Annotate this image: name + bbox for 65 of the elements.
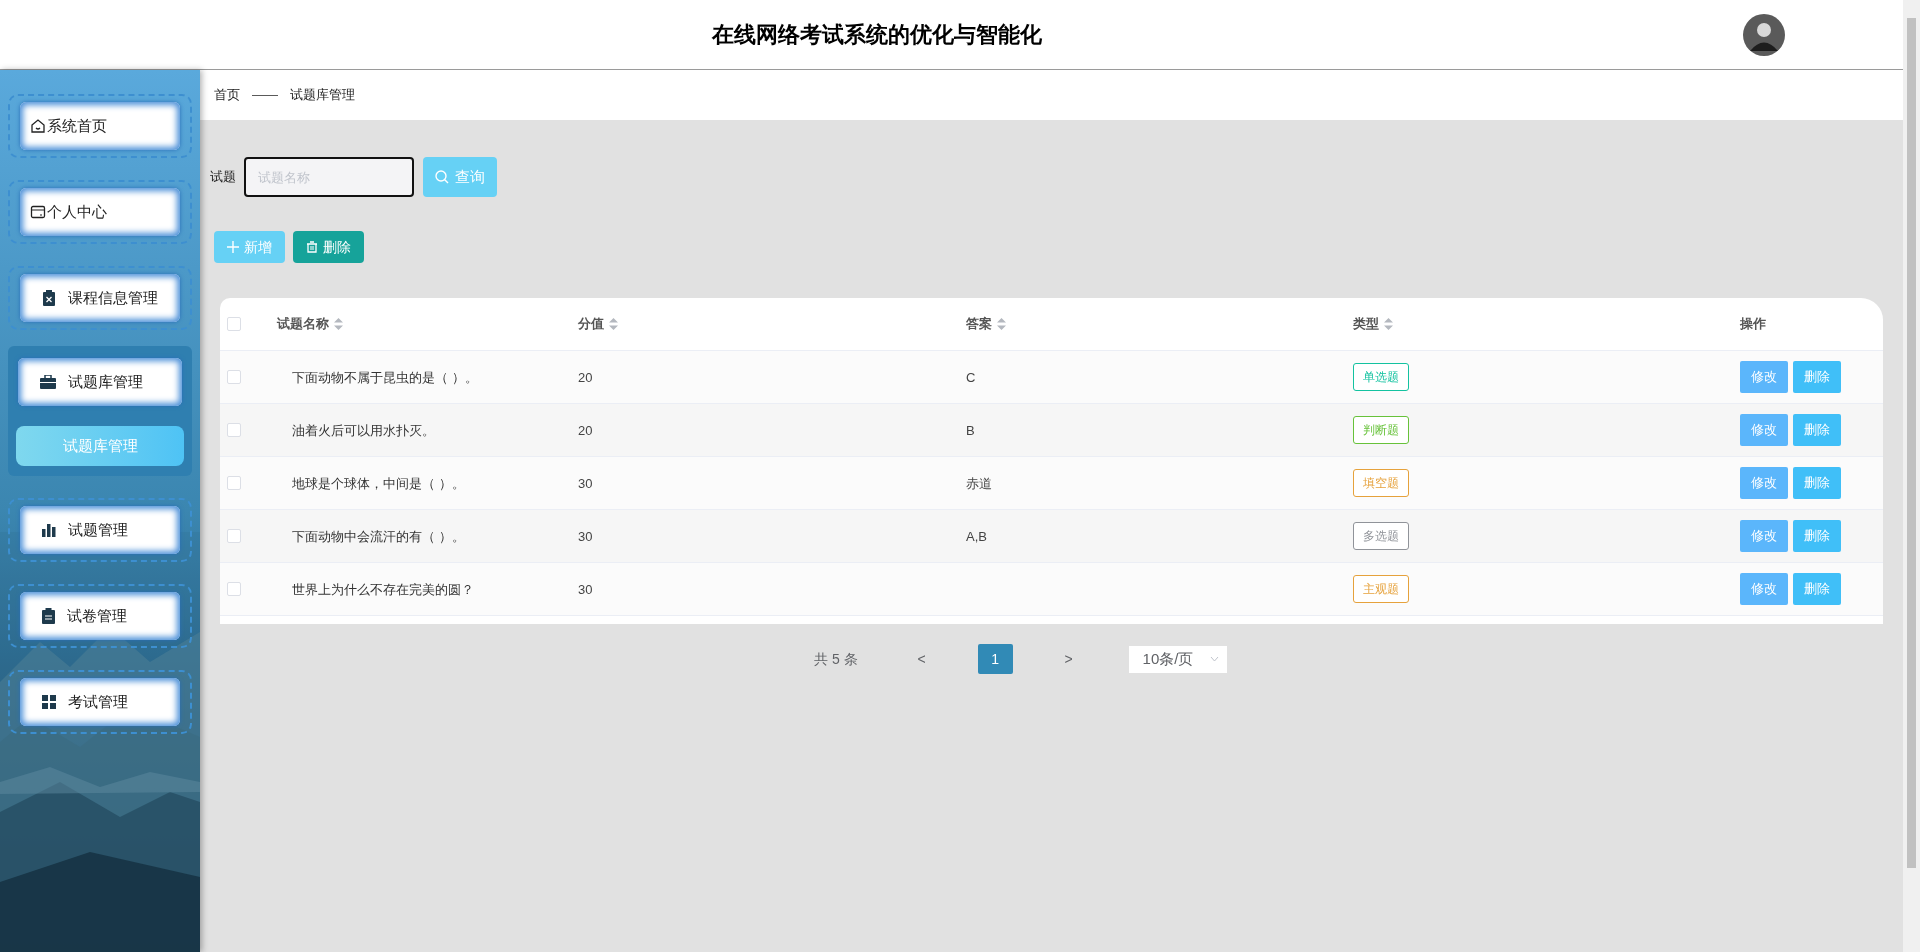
menu-item[interactable]: 考试管理 bbox=[20, 678, 180, 726]
column-header[interactable]: 答案 bbox=[966, 314, 992, 334]
search-label: 试题 bbox=[210, 168, 236, 187]
type-tag: 单选题 bbox=[1353, 363, 1409, 391]
checkbox[interactable] bbox=[227, 529, 241, 543]
table-cell: 30 bbox=[578, 529, 593, 544]
table-cell: 30 bbox=[578, 476, 593, 491]
column-header: 操作 bbox=[1740, 315, 1766, 334]
trash-icon bbox=[306, 241, 318, 253]
type-tag: 主观题 bbox=[1353, 575, 1409, 603]
sort-icon[interactable] bbox=[609, 318, 618, 330]
briefcase-icon bbox=[40, 375, 56, 389]
page-size-select[interactable]: 10条/页 bbox=[1128, 645, 1227, 673]
column-header[interactable]: 类型 bbox=[1353, 314, 1379, 334]
table-cell: 20 bbox=[578, 370, 593, 385]
checkbox[interactable] bbox=[227, 370, 241, 384]
avatar-icon[interactable] bbox=[1743, 14, 1785, 56]
checkbox[interactable] bbox=[227, 476, 241, 490]
breadcrumb-item[interactable]: 试题库管理 bbox=[290, 85, 355, 105]
chevron-down-icon bbox=[1209, 656, 1219, 662]
sort-icon[interactable] bbox=[334, 318, 343, 330]
checkbox[interactable] bbox=[227, 317, 241, 331]
type-tag: 判断题 bbox=[1353, 416, 1409, 444]
menu-item[interactable]: 试题管理 bbox=[20, 506, 180, 554]
clipboard-icon bbox=[42, 608, 55, 624]
total-count: 共 5 条 bbox=[814, 649, 858, 669]
scrollbar[interactable] bbox=[1903, 0, 1920, 952]
previous-page-button[interactable]: < bbox=[911, 648, 932, 670]
menu-item[interactable]: 试卷管理 bbox=[20, 592, 180, 640]
grid-icon bbox=[42, 695, 56, 709]
menu-item[interactable]: 试题库管理 bbox=[18, 358, 182, 406]
column-header[interactable]: 试题名称 bbox=[277, 314, 329, 334]
home-icon bbox=[30, 118, 46, 134]
table-cell: C bbox=[966, 370, 976, 385]
menu-item[interactable]: 个人中心 bbox=[20, 188, 180, 236]
sort-icon[interactable] bbox=[1384, 318, 1393, 330]
breadcrumb-separator: —— bbox=[252, 86, 278, 105]
table-cell: 20 bbox=[578, 423, 593, 438]
table-cell: 赤道 bbox=[966, 476, 992, 491]
type-tag: 填空题 bbox=[1353, 469, 1409, 497]
table-cell: 下面动物不属于昆虫的是（ ）。 bbox=[292, 370, 478, 385]
table-cell: B bbox=[966, 423, 975, 438]
checkbox[interactable] bbox=[227, 423, 241, 437]
next-page-button[interactable]: > bbox=[1058, 648, 1079, 670]
sort-icon[interactable] bbox=[997, 318, 1006, 330]
column-header[interactable]: 分值 bbox=[578, 314, 604, 334]
menu-item[interactable]: 系统首页 bbox=[20, 102, 180, 150]
table-cell: 30 bbox=[578, 582, 593, 597]
card-icon bbox=[30, 204, 46, 220]
delete-button[interactable]: 删除 bbox=[293, 231, 364, 263]
clipboard-icon bbox=[42, 290, 56, 306]
page-button[interactable]: 1 bbox=[977, 644, 1013, 674]
table-cell: 油着火后可以用水扑灭。 bbox=[292, 423, 435, 438]
breadcrumb-item[interactable]: 首页 bbox=[214, 85, 240, 105]
checkbox[interactable] bbox=[227, 582, 241, 596]
table-cell: 下面动物中会流汗的有（ ）。 bbox=[292, 529, 465, 544]
page-title: 在线网络考试系统的优化与智能化 bbox=[712, 21, 1042, 49]
table-cell: 地球是个球体，中间是（ ）。 bbox=[292, 476, 465, 491]
table-cell: A,B bbox=[966, 529, 987, 544]
plus-icon bbox=[227, 241, 239, 253]
bar-chart-icon bbox=[42, 523, 56, 537]
search-icon bbox=[435, 170, 449, 184]
type-tag: 多选题 bbox=[1353, 522, 1409, 550]
menu-item[interactable]: 课程信息管理 bbox=[20, 274, 180, 322]
table-cell: 世界上为什么不存在完美的圆？ bbox=[292, 582, 474, 597]
